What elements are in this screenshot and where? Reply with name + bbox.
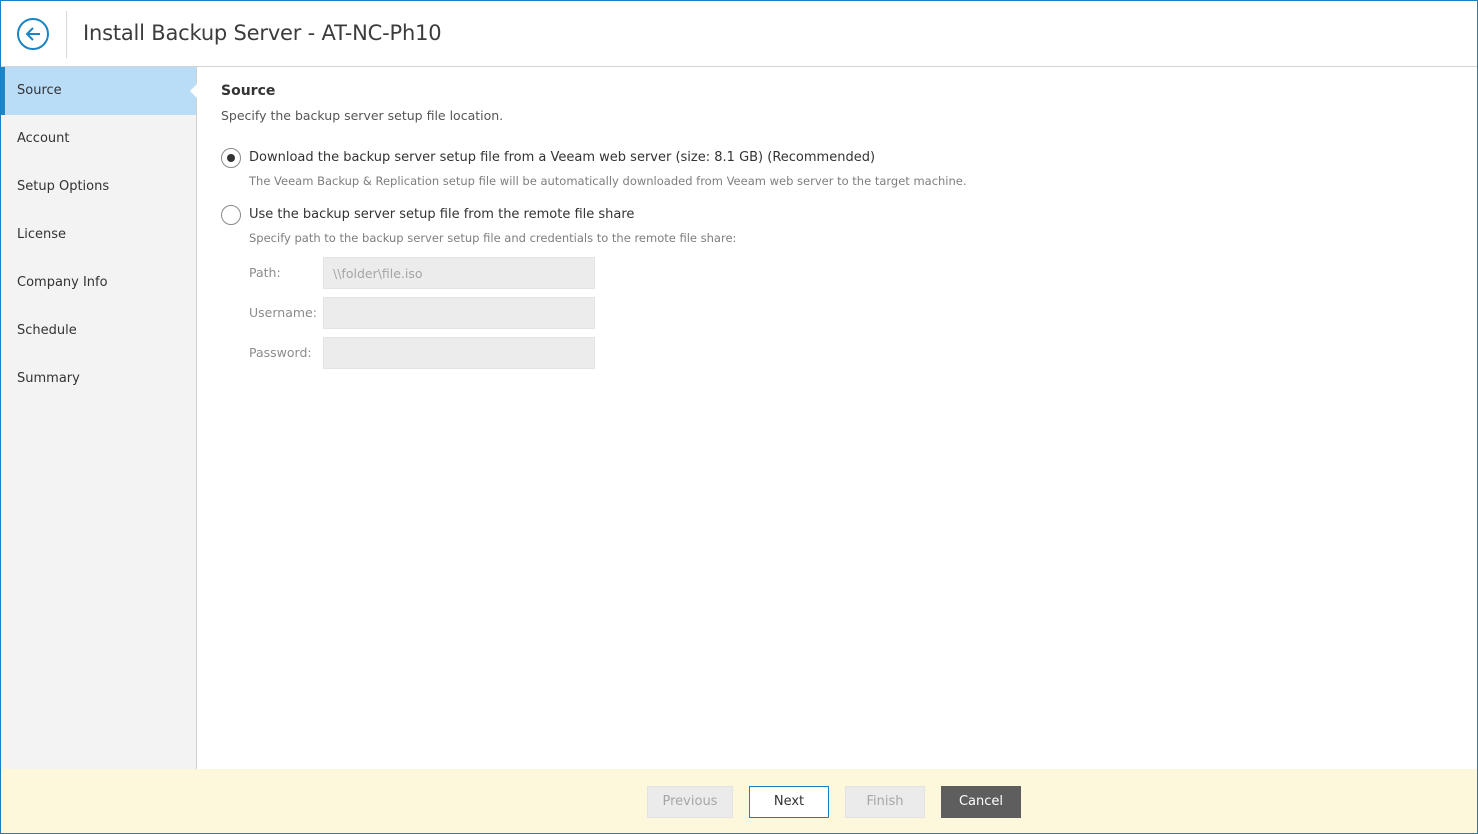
page-title: Install Backup Server - AT-NC-Ph10	[83, 21, 442, 45]
sidebar-item-label: Summary	[17, 371, 80, 386]
radio-remote-share[interactable]	[221, 205, 241, 225]
radio-download-web[interactable]	[221, 148, 241, 168]
arrow-left-icon	[25, 27, 40, 41]
sidebar-item-label: Company Info	[17, 275, 108, 290]
wizard-header: Install Backup Server - AT-NC-Ph10	[1, 1, 1477, 67]
option-remote-share-label[interactable]: Use the backup server setup file from th…	[249, 207, 634, 222]
sidebar-item-license[interactable]: License	[1, 211, 196, 259]
section-title: Source	[221, 83, 276, 99]
path-label: Path:	[249, 265, 281, 280]
sidebar-item-label: Setup Options	[17, 179, 110, 194]
option-download-web-hint: The Veeam Backup & Replication setup fil…	[249, 174, 967, 188]
header-divider	[66, 11, 67, 58]
sidebar-item-summary[interactable]: Summary	[1, 355, 196, 403]
back-button[interactable]	[17, 18, 49, 50]
username-input[interactable]	[323, 297, 595, 329]
sidebar-item-label: License	[17, 227, 67, 242]
cancel-button[interactable]: Cancel	[941, 786, 1021, 818]
sidebar-item-schedule[interactable]: Schedule	[1, 307, 196, 355]
path-input[interactable]	[323, 257, 595, 289]
previous-button[interactable]: Previous	[647, 786, 733, 818]
source-step-content: Source Specify the backup server setup f…	[221, 83, 1461, 369]
sidebar-item-company-info[interactable]: Company Info	[1, 259, 196, 307]
sidebar-item-label: Schedule	[17, 323, 77, 338]
sidebar-item-label: Account	[17, 131, 70, 146]
section-description: Specify the backup server setup file loc…	[221, 108, 504, 123]
wizard-steps-sidebar: Source Account Setup Options License Com…	[1, 67, 197, 769]
sidebar-item-source[interactable]: Source	[1, 67, 197, 115]
option-remote-share-hint: Specify path to the backup server setup …	[249, 231, 737, 245]
username-label: Username:	[249, 305, 317, 320]
password-label: Password:	[249, 345, 312, 360]
wizard-window: Install Backup Server - AT-NC-Ph10 Sourc…	[0, 0, 1478, 834]
next-button[interactable]: Next	[749, 786, 829, 818]
sidebar-item-label: Source	[17, 83, 62, 98]
finish-button[interactable]: Finish	[845, 786, 925, 818]
sidebar-item-account[interactable]: Account	[1, 115, 196, 163]
option-download-web-label[interactable]: Download the backup server setup file fr…	[249, 150, 875, 165]
wizard-footer: Previous Next Finish Cancel	[1, 769, 1477, 833]
sidebar-item-setup-options[interactable]: Setup Options	[1, 163, 196, 211]
password-input[interactable]	[323, 337, 595, 369]
